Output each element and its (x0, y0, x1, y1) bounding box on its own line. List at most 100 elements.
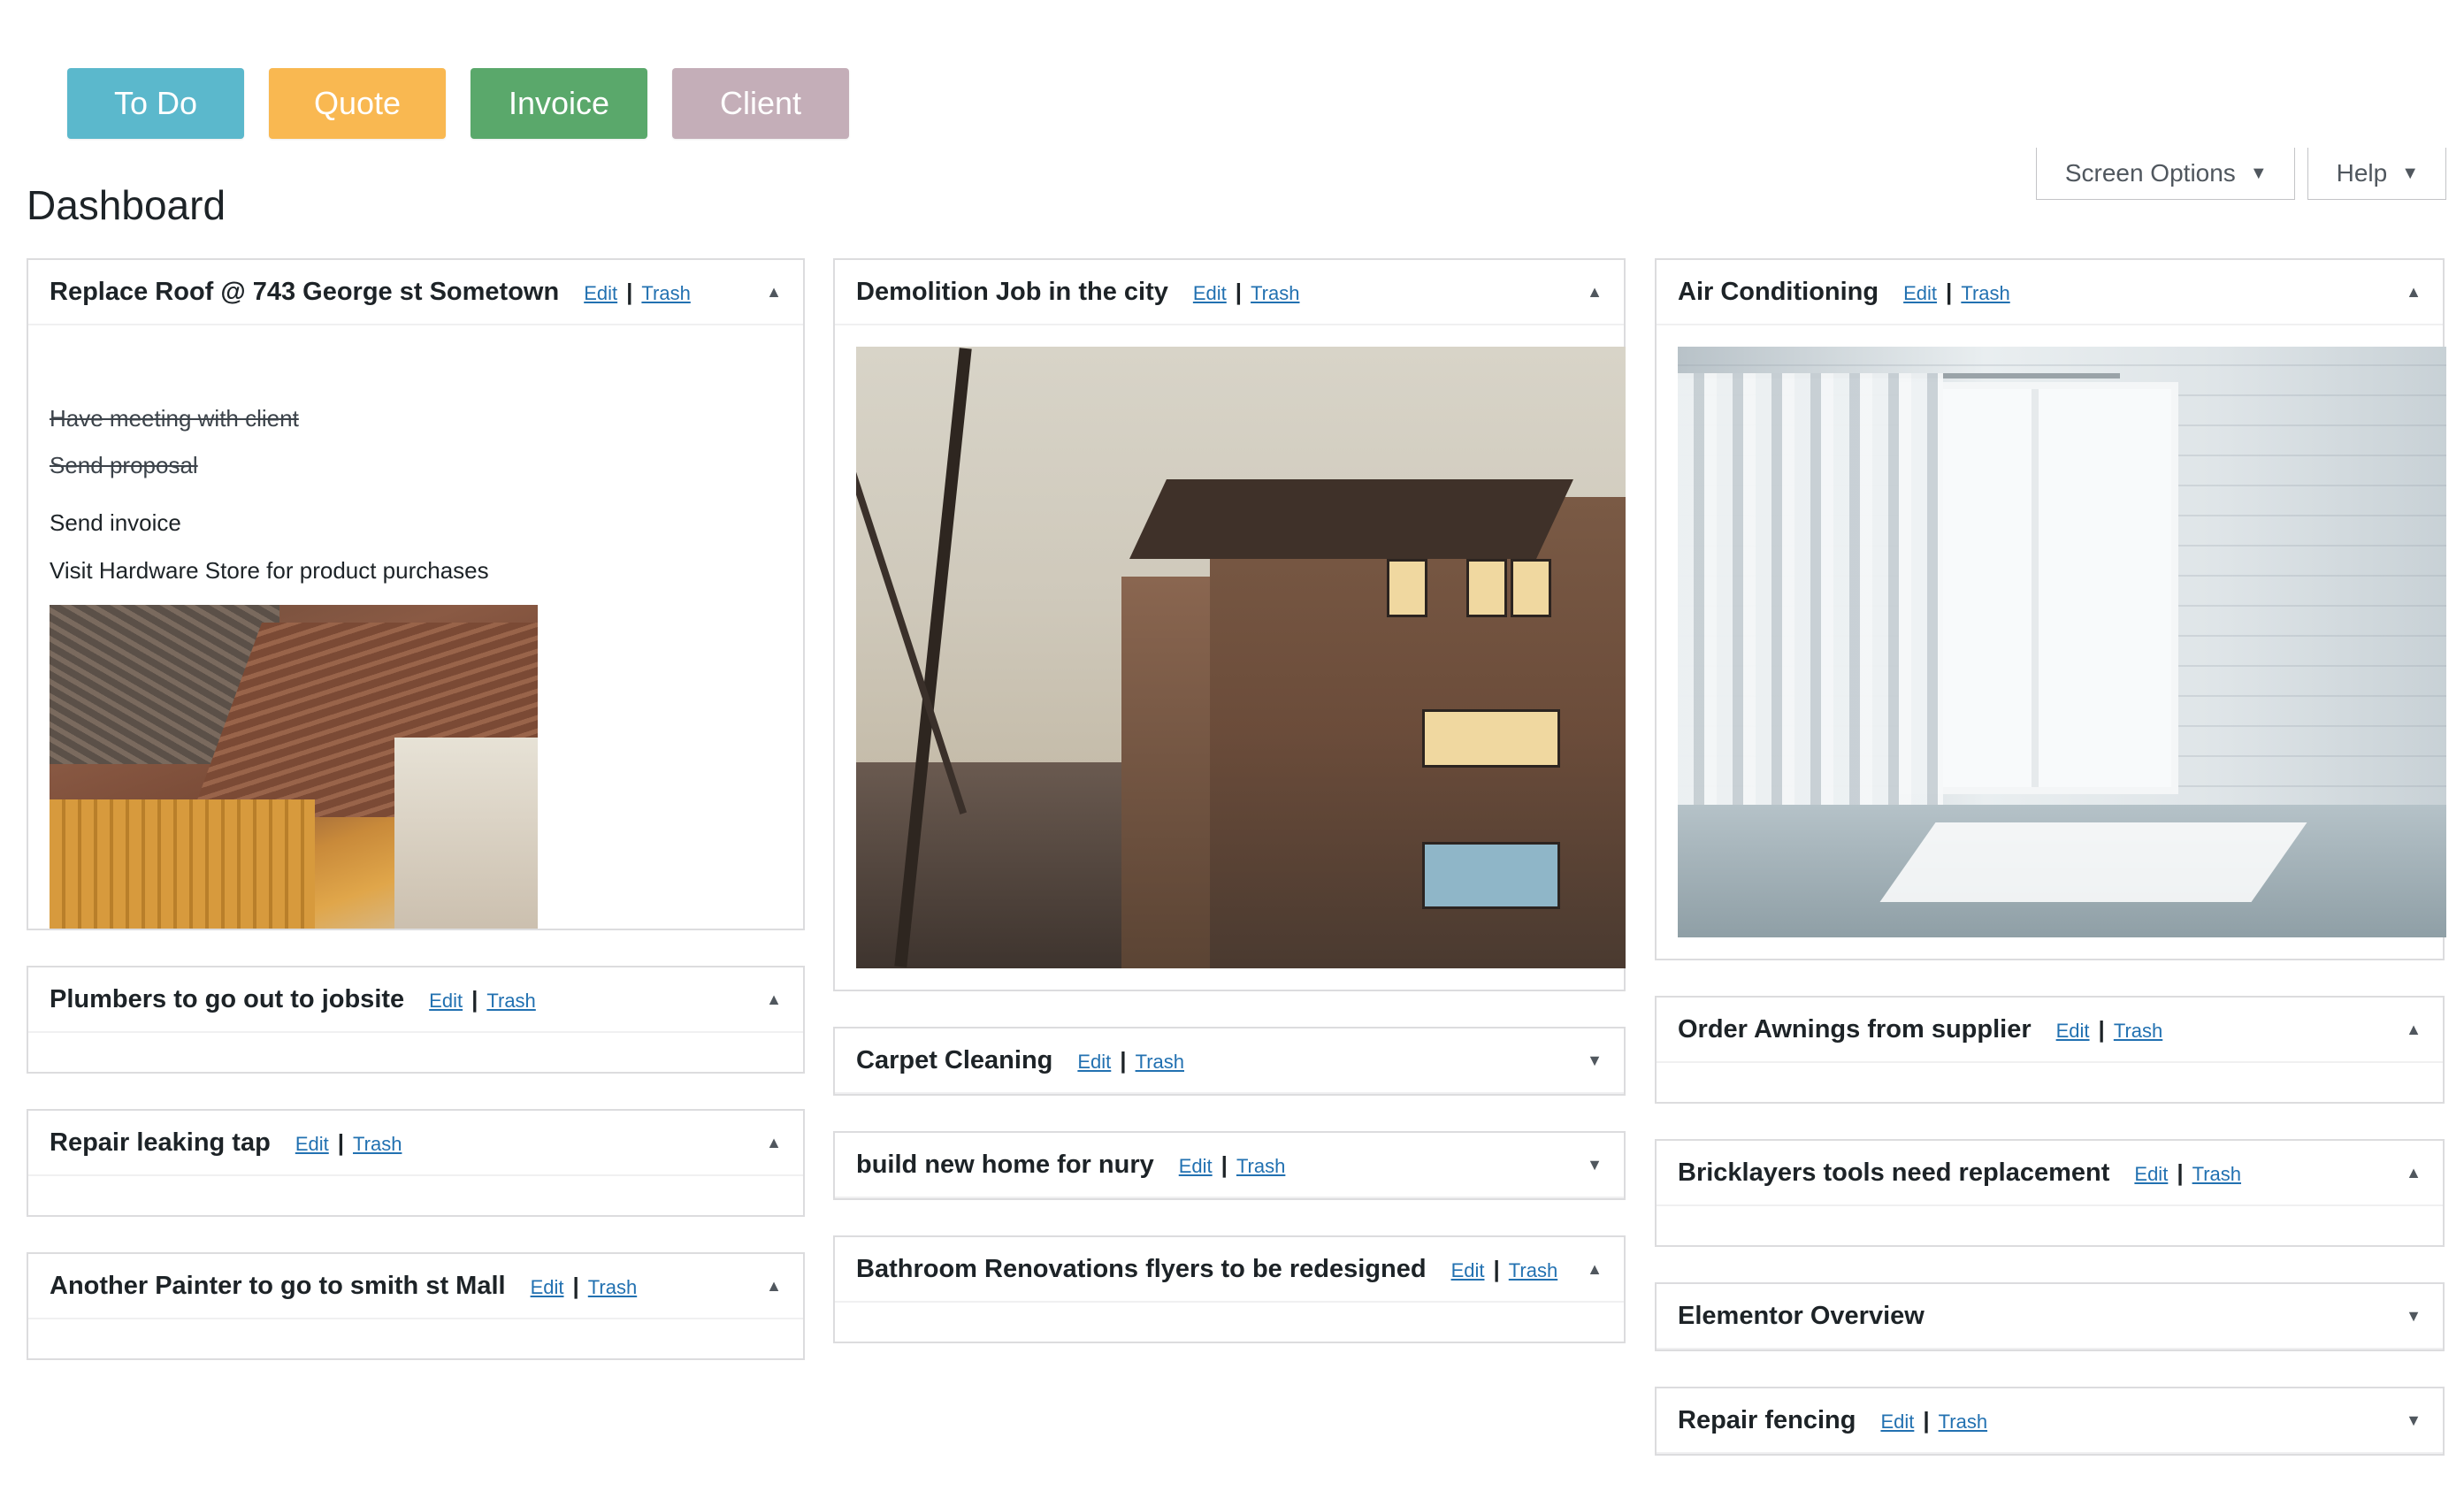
window-shape (1387, 559, 1427, 617)
help-button[interactable]: Help ▼ (2307, 148, 2446, 200)
postbox-actions: Edit | Trash (295, 1129, 402, 1157)
trash-link[interactable]: Trash (1961, 282, 2009, 304)
postbox-actions: Edit | Trash (531, 1273, 638, 1300)
dashboard-column-3: Air Conditioning Edit | Trash ▲ Order Awni… (1655, 258, 2446, 1491)
todo-item: Send invoice (50, 509, 181, 536)
collapse-arrow-icon[interactable]: ▲ (2406, 260, 2422, 324)
trash-link[interactable]: Trash (2114, 1020, 2162, 1042)
edit-link[interactable]: Edit (2134, 1163, 2168, 1185)
trash-link[interactable]: Trash (353, 1133, 402, 1155)
link-separator: | (1120, 1046, 1127, 1074)
edit-link[interactable]: Edit (531, 1276, 564, 1298)
postbox-title: Another Painter to go to smith st Mall (50, 1271, 506, 1300)
expand-arrow-icon[interactable]: ▼ (1587, 1028, 1603, 1092)
edit-link[interactable]: Edit (1880, 1411, 1914, 1433)
trash-link[interactable]: Trash (588, 1276, 637, 1298)
empty-room-image (1678, 347, 2446, 937)
postbox-actions: Edit | Trash (1077, 1047, 1184, 1074)
postbox-body (28, 1176, 803, 1215)
invoice-button[interactable]: Invoice (471, 68, 647, 139)
expand-arrow-icon[interactable]: ▼ (1587, 1133, 1603, 1197)
collapse-arrow-icon[interactable]: ▲ (766, 967, 782, 1031)
postbox-repair-fencing: Repair fencing Edit | Trash ▼ (1655, 1387, 2445, 1456)
trash-link[interactable]: Trash (1509, 1259, 1557, 1281)
edit-link[interactable]: Edit (1451, 1259, 1485, 1281)
trash-link[interactable]: Trash (2192, 1163, 2241, 1185)
postbox-header: Bricklayers tools need replacement Edit |… (1657, 1141, 2443, 1206)
window-shape (1511, 559, 1551, 617)
postbox-title: build new home for nury (856, 1150, 1154, 1179)
edit-link[interactable]: Edit (1077, 1051, 1111, 1073)
collapse-arrow-icon[interactable]: ▲ (2406, 1141, 2422, 1204)
roof-image (50, 605, 538, 929)
collapse-arrow-icon[interactable]: ▲ (766, 1111, 782, 1174)
wall-shape (394, 738, 538, 929)
link-separator: | (1493, 1255, 1500, 1282)
postbox-header: Another Painter to go to smith st Mall E… (28, 1254, 803, 1319)
postbox-actions: Edit | Trash (1179, 1151, 1286, 1179)
postbox-actions: Edit | Trash (2056, 1016, 2163, 1044)
postbox-title: Air Conditioning (1678, 277, 1879, 306)
link-separator: | (337, 1128, 345, 1156)
quote-button[interactable]: Quote (269, 68, 446, 139)
postbox-header: Carpet Cleaning Edit | Trash ▼ (835, 1028, 1624, 1094)
postbox-replace-roof: Replace Roof @ 743 George st Sometown Ed… (27, 258, 805, 930)
client-button[interactable]: Client (672, 68, 849, 139)
collapse-arrow-icon[interactable]: ▲ (1587, 260, 1603, 324)
wall-shape (50, 799, 315, 929)
link-separator: | (1923, 1406, 1930, 1434)
postbox-body (835, 1303, 1624, 1342)
postbox-header: Bathroom Renovations flyers to be redesi… (835, 1237, 1624, 1303)
edit-link[interactable]: Edit (429, 990, 463, 1012)
collapse-arrow-icon[interactable]: ▲ (766, 260, 782, 324)
expand-arrow-icon[interactable]: ▼ (2406, 1284, 2422, 1348)
trash-link[interactable]: Trash (1236, 1155, 1285, 1177)
edit-link[interactable]: Edit (295, 1133, 329, 1155)
link-separator: | (2177, 1158, 2184, 1186)
link-separator: | (1946, 278, 1953, 305)
postbox-awnings: Order Awnings from supplier Edit | Trash ▲ (1655, 996, 2445, 1104)
trash-link[interactable]: Trash (1251, 282, 1299, 304)
postbox-title: Repair fencing (1678, 1405, 1856, 1434)
postbox-painter: Another Painter to go to smith st Mall E… (27, 1252, 805, 1360)
curtain-shape (1678, 373, 1943, 833)
postbox-title: Bathroom Renovations flyers to be redesi… (856, 1254, 1427, 1283)
postbox-body (1657, 1063, 2443, 1102)
trash-link[interactable]: Trash (486, 990, 535, 1012)
link-separator: | (1221, 1151, 1228, 1178)
edit-link[interactable]: Edit (1179, 1155, 1213, 1177)
edit-link[interactable]: Edit (584, 282, 617, 304)
edit-link[interactable]: Edit (1903, 282, 1937, 304)
collapse-arrow-icon[interactable]: ▲ (2406, 998, 2422, 1061)
todo-item: Visit Hardware Store for product purchas… (50, 557, 489, 584)
window-shape (1422, 709, 1560, 768)
postbox-plumbers: Plumbers to go out to jobsite Edit | Trash… (27, 966, 805, 1074)
edit-link[interactable]: Edit (1193, 282, 1227, 304)
postbox-header: Repair fencing Edit | Trash ▼ (1657, 1388, 2443, 1454)
caret-down-icon: ▼ (2401, 164, 2419, 183)
screen-options-label: Screen Options (2064, 159, 2236, 187)
help-label: Help (2336, 159, 2388, 187)
expand-arrow-icon[interactable]: ▼ (2406, 1388, 2422, 1452)
collapse-arrow-icon[interactable]: ▲ (766, 1254, 782, 1318)
screen-options-button[interactable]: Screen Options ▼ (2035, 148, 2295, 200)
todo-item-done: Have meeting with client (50, 405, 299, 432)
postbox-header: Order Awnings from supplier Edit | Trash ▲ (1657, 998, 2443, 1063)
collapse-arrow-icon[interactable]: ▲ (1587, 1237, 1603, 1301)
edit-link[interactable]: Edit (2056, 1020, 2090, 1042)
window-shape (1422, 842, 1560, 909)
postbox-title: Order Awnings from supplier (1678, 1014, 2032, 1044)
caret-down-icon: ▼ (2249, 164, 2268, 183)
trash-link[interactable]: Trash (641, 282, 690, 304)
postbox-actions: Edit | Trash (1451, 1256, 1558, 1283)
trash-link[interactable]: Trash (1136, 1051, 1184, 1073)
postbox-title: Demolition Job in the city (856, 277, 1168, 306)
link-separator: | (2098, 1015, 2105, 1043)
trash-link[interactable]: Trash (1939, 1411, 1987, 1433)
postbox-actions: Edit | Trash (1880, 1407, 1987, 1434)
postbox-repair-tap: Repair leaking tap Edit | Trash ▲ (27, 1109, 805, 1217)
postbox-air-conditioning: Air Conditioning Edit | Trash ▲ (1655, 258, 2446, 960)
light-patch-shape (1879, 822, 2307, 902)
todo-button[interactable]: To Do (67, 68, 244, 139)
